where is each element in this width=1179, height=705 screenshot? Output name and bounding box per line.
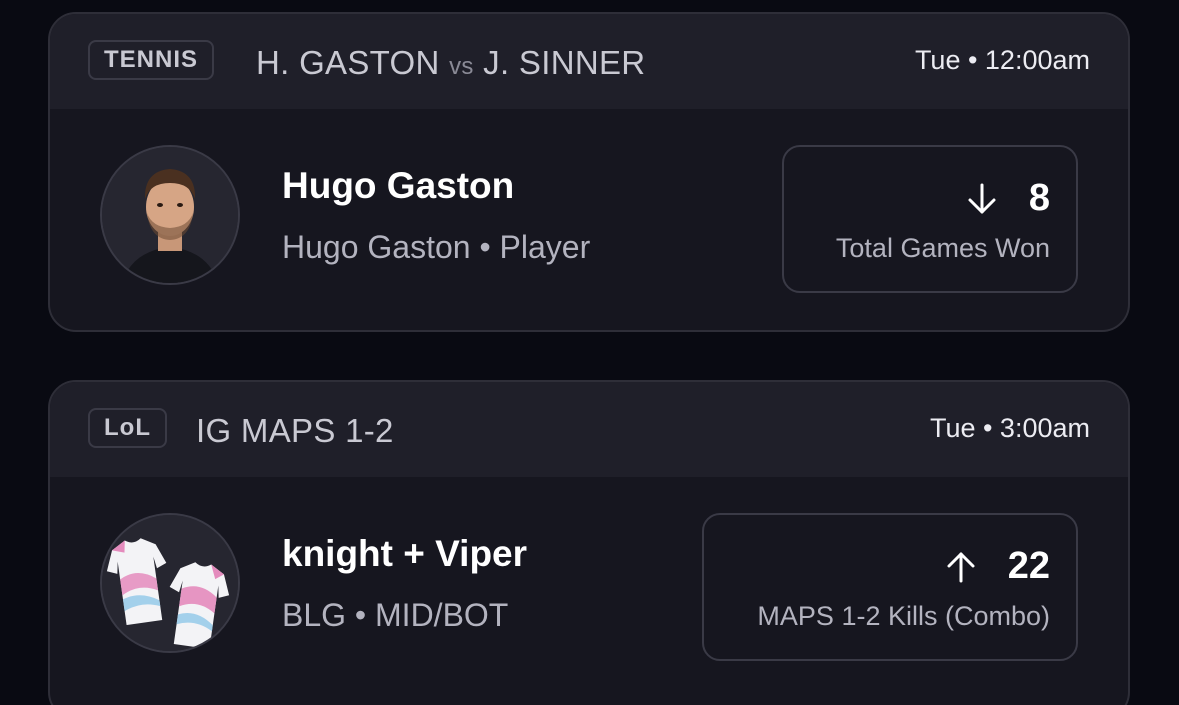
card-body: knight + Viper BLG • MID/BOT 22 MAPS 1-2… (50, 477, 1128, 705)
match-title: H. GASTON vs J. SINNER (256, 44, 645, 82)
match-title: IG MAPS 1-2 (196, 412, 394, 450)
projections-list: TENNIS H. GASTON vs J. SINNER Tue • 12:0… (0, 0, 1179, 705)
team-jerseys-icon (100, 513, 240, 653)
player-name: knight + Viper (282, 533, 528, 574)
arrow-down-icon (968, 183, 996, 213)
projection-card-lol[interactable]: LoL IG MAPS 1-2 Tue • 3:00am knight + Vi… (48, 380, 1130, 705)
stat-row: 8 (965, 177, 1050, 220)
card-header: TENNIS H. GASTON vs J. SINNER Tue • 12:0… (50, 14, 1128, 109)
match-team-left: H. GASTON (256, 44, 440, 81)
projection-card-tennis[interactable]: TENNIS H. GASTON vs J. SINNER Tue • 12:0… (48, 12, 1130, 332)
match-vs-label: vs (449, 53, 474, 80)
stat-row: 22 (944, 545, 1050, 588)
stat-value: 8 (1028, 177, 1050, 219)
player-subtitle: BLG • MID/BOT (282, 597, 509, 633)
sport-tag: LoL (88, 408, 167, 448)
match-time: Tue • 12:00am (914, 45, 1090, 75)
stat-label: MAPS 1-2 Kills (Combo) (757, 601, 1050, 631)
stat-box[interactable]: 22 MAPS 1-2 Kills (Combo) (702, 513, 1078, 661)
player-subtitle: Hugo Gaston • Player (282, 229, 591, 265)
sport-tag: TENNIS (88, 40, 215, 80)
match-title-text: IG MAPS 1-2 (196, 412, 394, 449)
stat-label: Total Games Won (835, 233, 1050, 263)
card-header: LoL IG MAPS 1-2 Tue • 3:00am (50, 382, 1128, 477)
card-body: Hugo Gaston Hugo Gaston • Player 8 Total… (50, 109, 1128, 330)
player-name: Hugo Gaston (282, 165, 515, 206)
match-time: Tue • 3:00am (929, 413, 1090, 443)
stat-box[interactable]: 8 Total Games Won (782, 145, 1078, 293)
arrow-up-icon (947, 552, 975, 582)
match-team-right: J. SINNER (483, 44, 646, 81)
stat-value: 22 (1007, 545, 1050, 587)
player-headshot-icon (100, 145, 240, 285)
